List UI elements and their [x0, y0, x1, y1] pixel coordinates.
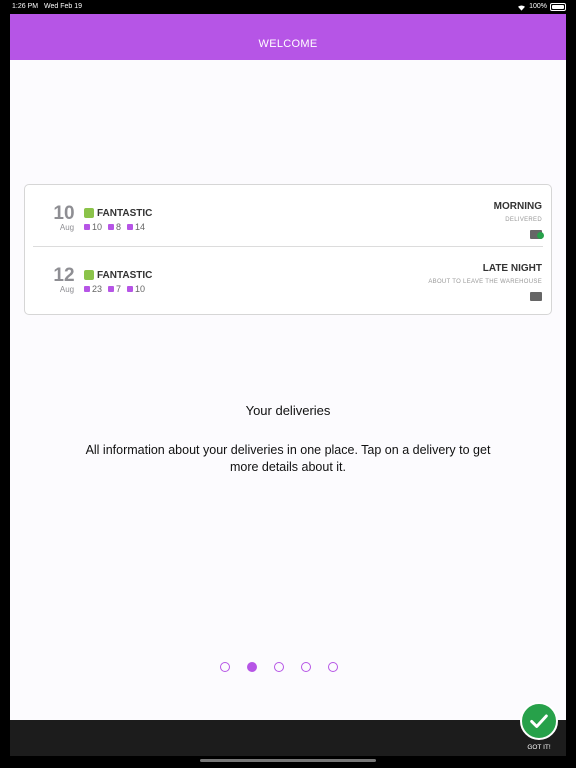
- count-value: 8: [116, 222, 122, 232]
- item-count-icon: [127, 286, 134, 292]
- nav-bar: WELCOME: [10, 14, 566, 60]
- delivery-counts: 23 7 10: [84, 284, 145, 294]
- bottom-bar: [10, 720, 566, 756]
- delivery-slot: LATE NIGHT: [482, 263, 542, 274]
- battery-icon: [550, 3, 566, 11]
- package-icon: [530, 292, 542, 301]
- count-value: 7: [116, 284, 122, 294]
- count-value: 14: [135, 222, 146, 232]
- rating-icon: [84, 270, 94, 280]
- item-count-icon: [127, 224, 134, 230]
- count-item: 10: [84, 222, 102, 232]
- delivery-day: 10: [53, 203, 75, 224]
- delivery-month: Aug: [59, 285, 75, 294]
- home-indicator[interactable]: [200, 759, 376, 762]
- delivery-row[interactable]: 10 Aug FANTASTIC 10 8 14 MORNING DELIVER…: [25, 185, 551, 247]
- wifi-icon: [518, 4, 526, 11]
- item-count-icon: [108, 224, 115, 230]
- status-time: 1:26 PM: [12, 3, 39, 10]
- count-value: 23: [92, 284, 103, 294]
- page-dot[interactable]: [274, 662, 284, 672]
- deliveries-preview-card: 10 Aug FANTASTIC 10 8 14 MORNING DELIVER…: [24, 184, 552, 315]
- checkmark-icon: [530, 714, 548, 728]
- count-item: 10: [127, 284, 145, 294]
- page-dot-active[interactable]: [247, 662, 257, 672]
- item-count-icon: [108, 286, 115, 292]
- delivery-day: 12: [53, 265, 75, 286]
- item-count-icon: [84, 286, 90, 292]
- page-dot[interactable]: [220, 662, 230, 672]
- battery-percent: 100%: [529, 3, 547, 10]
- got-it-label: GOT IT!: [527, 744, 551, 751]
- delivery-status: ABOUT TO LEAVE THE WAREHOUSE: [428, 279, 542, 285]
- page-dot[interactable]: [301, 662, 311, 672]
- page-dot[interactable]: [328, 662, 338, 672]
- delivery-month: Aug: [59, 223, 75, 232]
- item-count-icon: [84, 224, 90, 230]
- count-value: 10: [135, 284, 146, 294]
- delivered-check-icon: [537, 232, 544, 239]
- delivery-rating: FANTASTIC: [97, 270, 153, 281]
- delivery-status: DELIVERED: [505, 217, 542, 223]
- delivery-slot: MORNING: [493, 201, 542, 212]
- count-item: 7: [108, 284, 121, 294]
- app-screen: WELCOME 10 Aug FANTASTIC 10 8 14 MORNING…: [10, 14, 566, 756]
- onboarding-title: Your deliveries: [245, 403, 331, 418]
- status-indicators: 100%: [517, 0, 566, 14]
- count-item: 8: [108, 222, 121, 232]
- delivery-rating: FANTASTIC: [97, 208, 153, 219]
- status-date: Wed Feb 19: [44, 3, 83, 10]
- status-bar: 1:26 PM Wed Feb 19 100%: [0, 0, 576, 14]
- got-it-button[interactable]: [520, 702, 558, 740]
- nav-title: WELCOME: [258, 38, 318, 50]
- delivery-row[interactable]: 12 Aug FANTASTIC 23 7 10 LATE NIGHT ABOU…: [25, 247, 551, 309]
- page-indicator: [220, 662, 338, 672]
- count-item: 23: [84, 284, 102, 294]
- count-item: 14: [127, 222, 145, 232]
- onboarding-description: All information about your deliveries in…: [85, 443, 491, 474]
- count-value: 10: [92, 222, 103, 232]
- delivery-counts: 10 8 14: [84, 222, 145, 232]
- rating-icon: [84, 208, 94, 218]
